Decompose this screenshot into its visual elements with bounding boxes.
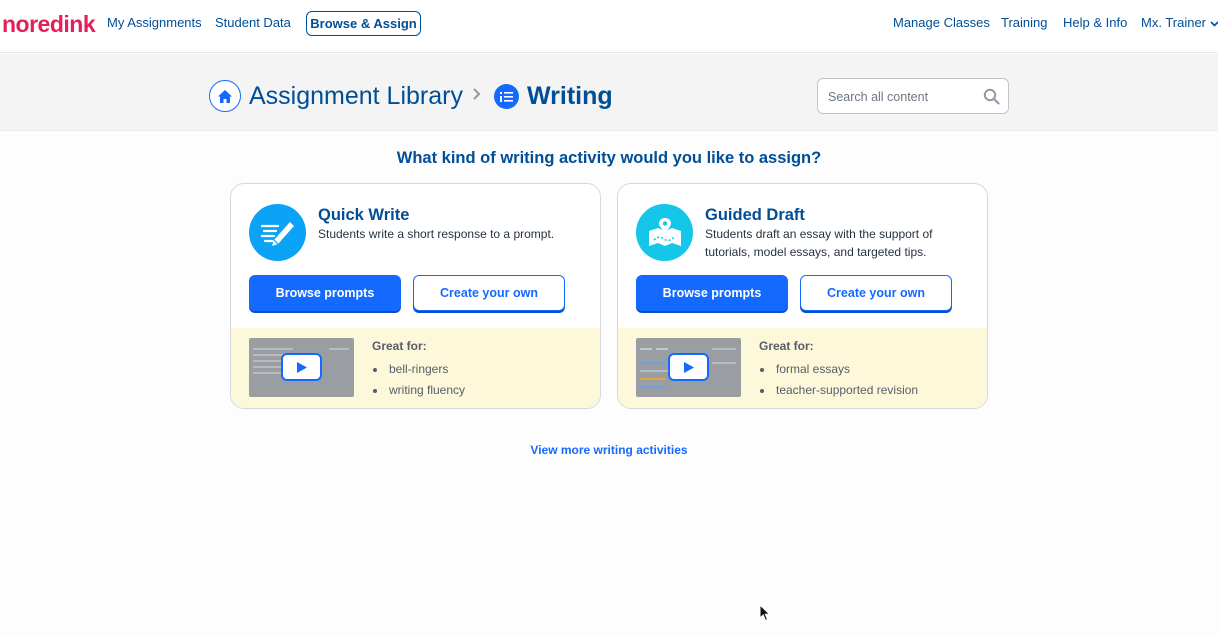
create-your-own-button[interactable]: Create your own xyxy=(800,275,952,311)
pencil-lines-icon xyxy=(249,204,306,261)
logo-part-red: red xyxy=(29,11,64,37)
search-icon[interactable] xyxy=(983,88,1000,110)
home-icon[interactable] xyxy=(209,80,241,112)
great-for-label: Great for: xyxy=(759,339,814,353)
browse-prompts-button[interactable]: Browse prompts xyxy=(249,275,401,311)
nav-my-assignments[interactable]: My Assignments xyxy=(107,14,202,32)
play-icon xyxy=(683,361,694,373)
card-description: Students write a short response to a pro… xyxy=(318,227,555,241)
browse-prompts-button[interactable]: Browse prompts xyxy=(636,275,788,311)
page-title: Writing xyxy=(527,82,613,110)
video-thumbnail[interactable] xyxy=(249,338,354,397)
guided-draft-card: Guided Draft Students draft an essay wit… xyxy=(617,183,988,409)
video-thumbnail[interactable] xyxy=(636,338,741,397)
nav-student-data[interactable]: Student Data xyxy=(215,14,291,32)
user-menu-label: Mx. Trainer xyxy=(1141,15,1207,30)
activity-question: What kind of writing activity would you … xyxy=(396,149,822,167)
nav-manage-classes[interactable]: Manage Classes xyxy=(893,14,990,32)
list-item: writing fluency xyxy=(372,380,465,401)
card-footer: Great for: bell-ringers writing fluency xyxy=(231,328,600,408)
great-for-label: Great for: xyxy=(372,339,427,353)
list-item: bell-ringers xyxy=(372,359,465,380)
card-title: Quick Write xyxy=(318,206,410,224)
map-route-icon xyxy=(636,204,693,261)
top-navigation: noredink My Assignments Student Data Bro… xyxy=(0,0,1218,53)
breadcrumb-assignment-library[interactable]: Assignment Library xyxy=(249,81,463,111)
list-item: formal essays xyxy=(759,359,918,380)
play-icon xyxy=(296,361,307,373)
chevron-down-icon xyxy=(1210,16,1218,34)
nav-browse-assign[interactable]: Browse & Assign xyxy=(306,11,421,36)
logo-part-ink: ink xyxy=(63,11,96,37)
view-more-writing-activities-link[interactable]: View more writing activities xyxy=(0,442,1218,458)
noredink-logo[interactable]: noredink xyxy=(2,10,96,38)
card-footer: Great for: formal essays teacher-support… xyxy=(618,328,987,408)
play-button[interactable] xyxy=(668,353,709,381)
user-menu[interactable]: Mx. Trainer xyxy=(1141,14,1218,34)
logo-part-no: no xyxy=(2,11,30,37)
list-item: teacher-supported revision xyxy=(759,380,918,401)
create-your-own-button[interactable]: Create your own xyxy=(413,275,565,311)
great-for-list: bell-ringers writing fluency xyxy=(372,359,465,401)
writing-icon xyxy=(494,84,519,109)
mouse-cursor-icon xyxy=(759,603,771,627)
search-box xyxy=(817,78,1009,114)
search-input[interactable] xyxy=(828,87,978,107)
card-title: Guided Draft xyxy=(705,206,805,224)
breadcrumb-chevron-icon xyxy=(472,85,482,106)
card-description: Students draft an essay with the support… xyxy=(705,227,933,259)
play-button[interactable] xyxy=(281,353,322,381)
great-for-list: formal essays teacher-supported revision xyxy=(759,359,918,401)
quick-write-card: Quick Write Students write a short respo… xyxy=(230,183,601,409)
nav-help-info[interactable]: Help & Info xyxy=(1063,14,1127,32)
nav-training[interactable]: Training xyxy=(1001,14,1047,32)
